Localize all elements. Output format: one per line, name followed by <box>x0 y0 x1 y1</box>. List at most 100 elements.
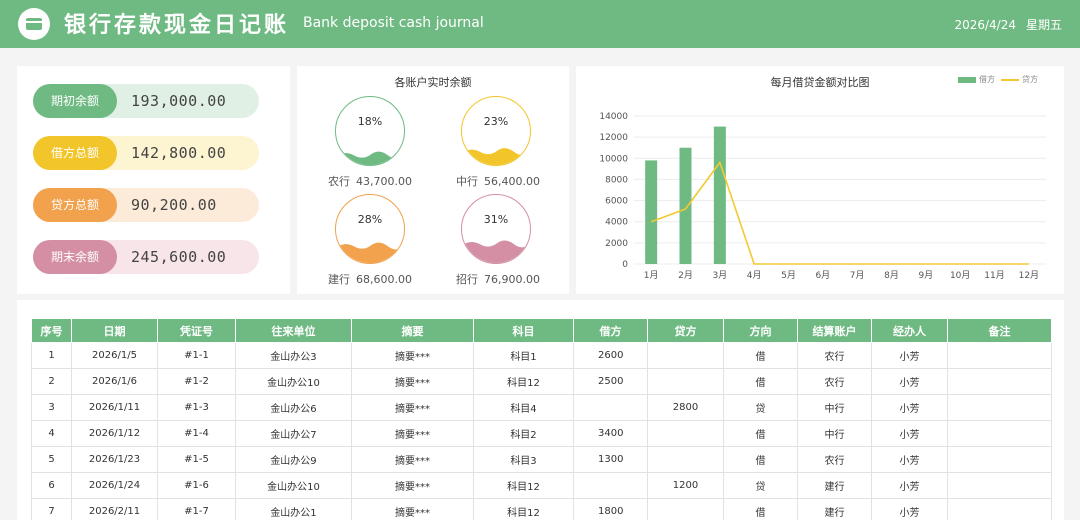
table-cell[interactable]: 农行 <box>797 368 872 395</box>
table-cell[interactable]: 2800 <box>647 394 724 421</box>
table-cell[interactable]: 2026/1/12 <box>71 420 158 447</box>
table-row[interactable]: 4 2026/1/12 #1-4 金山办公7 摘要*** 科目2 3400 借中行 小芳 <box>31 420 1052 447</box>
table-cell[interactable]: 小芳 <box>871 342 948 369</box>
table-cell[interactable] <box>947 368 1052 395</box>
column-header[interactable]: 贷方 <box>647 318 724 343</box>
table-cell[interactable]: 科目12 <box>473 472 574 499</box>
table-cell[interactable]: 金山办公7 <box>235 420 352 447</box>
table-cell[interactable]: 5 <box>31 446 72 473</box>
table-cell[interactable]: 1800 <box>573 498 648 520</box>
table-row[interactable]: 5 2026/1/23 #1-5 金山办公9 摘要*** 科目3 1300 借农行 小芳 <box>31 446 1052 473</box>
table-row[interactable]: 3 2026/1/11 #1-3 金山办公6 摘要*** 科目4 2800 贷中行 小芳 <box>31 394 1052 421</box>
column-header[interactable]: 结算账户 <box>797 318 872 343</box>
column-header[interactable]: 借方 <box>573 318 648 343</box>
table-cell[interactable] <box>573 472 648 499</box>
table-cell[interactable]: #1-6 <box>157 472 236 499</box>
table-cell[interactable]: 借 <box>723 420 798 447</box>
table-cell[interactable] <box>647 368 724 395</box>
table-cell[interactable]: 小芳 <box>871 446 948 473</box>
column-header[interactable]: 日期 <box>71 318 158 343</box>
table-cell[interactable]: 4 <box>31 420 72 447</box>
table-cell[interactable] <box>647 446 724 473</box>
table-cell[interactable]: 摘要*** <box>351 420 474 447</box>
table-cell[interactable]: 科目1 <box>473 342 574 369</box>
table-cell[interactable] <box>573 394 648 421</box>
table-cell[interactable]: 中行 <box>797 420 872 447</box>
table-cell[interactable]: 金山办公10 <box>235 368 352 395</box>
table-cell[interactable]: 3400 <box>573 420 648 447</box>
table-cell[interactable]: 贷 <box>723 394 798 421</box>
table-cell[interactable]: 借 <box>723 342 798 369</box>
table-cell[interactable]: 摘要*** <box>351 472 474 499</box>
table-cell[interactable]: 金山办公9 <box>235 446 352 473</box>
table-cell[interactable]: 7 <box>31 498 72 520</box>
table-cell[interactable]: 科目4 <box>473 394 574 421</box>
table-cell[interactable]: 科目12 <box>473 368 574 395</box>
table-cell[interactable]: 科目12 <box>473 498 574 520</box>
column-header[interactable]: 方向 <box>723 318 798 343</box>
table-cell[interactable]: 1200 <box>647 472 724 499</box>
table-cell[interactable]: 小芳 <box>871 420 948 447</box>
table-cell[interactable]: 借 <box>723 498 798 520</box>
table-cell[interactable]: 金山办公10 <box>235 472 352 499</box>
table-cell[interactable] <box>947 420 1052 447</box>
table-cell[interactable] <box>947 394 1052 421</box>
table-cell[interactable]: #1-5 <box>157 446 236 473</box>
table-cell[interactable]: 小芳 <box>871 368 948 395</box>
table-cell[interactable]: 2026/1/24 <box>71 472 158 499</box>
table-cell[interactable]: 借 <box>723 368 798 395</box>
table-cell[interactable]: 摘要*** <box>351 342 474 369</box>
table-cell[interactable]: 2026/2/11 <box>71 498 158 520</box>
table-cell[interactable]: 摘要*** <box>351 446 474 473</box>
table-cell[interactable] <box>947 446 1052 473</box>
table-cell[interactable]: 小芳 <box>871 472 948 499</box>
table-cell[interactable]: 金山办公6 <box>235 394 352 421</box>
table-cell[interactable]: 6 <box>31 472 72 499</box>
table-cell[interactable]: 2026/1/5 <box>71 342 158 369</box>
table-cell[interactable] <box>647 342 724 369</box>
table-cell[interactable]: 1 <box>31 342 72 369</box>
table-cell[interactable]: 2026/1/23 <box>71 446 158 473</box>
table-cell[interactable]: 摘要*** <box>351 394 474 421</box>
table-row[interactable]: 2 2026/1/6 #1-2 金山办公10 摘要*** 科目12 2500 借农行 小芳 <box>31 368 1052 395</box>
table-cell[interactable]: 小芳 <box>871 498 948 520</box>
table-cell[interactable] <box>947 472 1052 499</box>
table-cell[interactable]: 2026/1/6 <box>71 368 158 395</box>
table-cell[interactable]: #1-7 <box>157 498 236 520</box>
column-header[interactable]: 往来单位 <box>235 318 352 343</box>
table-cell[interactable]: 农行 <box>797 446 872 473</box>
table-cell[interactable] <box>947 342 1052 369</box>
table-row[interactable]: 1 2026/1/5 #1-1 金山办公3 摘要*** 科目1 2600 借农行 小芳 <box>31 342 1052 369</box>
table-cell[interactable]: #1-3 <box>157 394 236 421</box>
table-cell[interactable]: 贷 <box>723 472 798 499</box>
column-header[interactable]: 备注 <box>947 318 1052 343</box>
table-cell[interactable]: 金山办公3 <box>235 342 352 369</box>
table-cell[interactable]: 1300 <box>573 446 648 473</box>
table-cell[interactable]: #1-2 <box>157 368 236 395</box>
table-cell[interactable] <box>947 498 1052 520</box>
table-cell[interactable]: 借 <box>723 446 798 473</box>
table-cell[interactable]: 科目2 <box>473 420 574 447</box>
table-cell[interactable]: #1-1 <box>157 342 236 369</box>
table-cell[interactable]: 摘要*** <box>351 498 474 520</box>
table-cell[interactable]: 建行 <box>797 498 872 520</box>
table-cell[interactable]: 2500 <box>573 368 648 395</box>
column-header[interactable]: 序号 <box>31 318 72 343</box>
table-cell[interactable]: 3 <box>31 394 72 421</box>
table-cell[interactable]: 摘要*** <box>351 368 474 395</box>
table-row[interactable]: 7 2026/2/11 #1-7 金山办公1 摘要*** 科目12 1800 借建行 小芳 <box>31 498 1052 520</box>
column-header[interactable]: 经办人 <box>871 318 948 343</box>
column-header[interactable]: 科目 <box>473 318 574 343</box>
table-row[interactable]: 6 2026/1/24 #1-6 金山办公10 摘要*** 科目12 1200 贷建行 小芳 <box>31 472 1052 499</box>
table-cell[interactable]: 建行 <box>797 472 872 499</box>
table-cell[interactable] <box>647 420 724 447</box>
table-cell[interactable]: 小芳 <box>871 394 948 421</box>
table-cell[interactable]: 农行 <box>797 342 872 369</box>
table-cell[interactable]: 2600 <box>573 342 648 369</box>
column-header[interactable]: 摘要 <box>351 318 474 343</box>
table-cell[interactable]: 2026/1/11 <box>71 394 158 421</box>
table-cell[interactable]: 中行 <box>797 394 872 421</box>
table-cell[interactable]: 金山办公1 <box>235 498 352 520</box>
table-cell[interactable]: 2 <box>31 368 72 395</box>
table-cell[interactable]: #1-4 <box>157 420 236 447</box>
